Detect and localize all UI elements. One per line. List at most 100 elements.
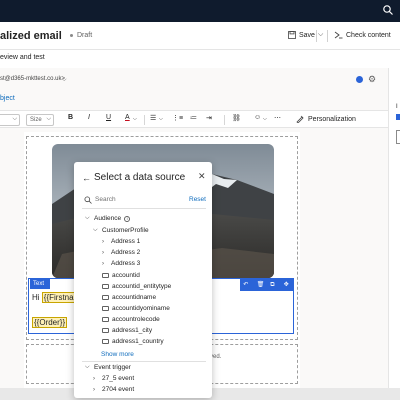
- save-label: Save: [299, 31, 315, 39]
- bullet-list-icon[interactable]: ⋮≡: [172, 114, 183, 122]
- divider: [82, 208, 206, 209]
- chevron-down-icon[interactable]: ⌵: [133, 116, 137, 122]
- chevron-down-icon[interactable]: ⌵: [263, 116, 267, 122]
- tree-item-field[interactable]: accountidname: [102, 294, 156, 301]
- subject-label[interactable]: bject: [0, 95, 15, 102]
- tree-item-event[interactable]: › 27_5 event: [93, 375, 134, 382]
- tree-item-field[interactable]: accountidyominame: [102, 305, 170, 312]
- greeting-line[interactable]: Hi {{Firstna: [32, 292, 76, 303]
- copy-icon[interactable]: ⧉: [270, 282, 277, 289]
- tree-item-customerprofile[interactable]: ⌵ CustomerProfile: [93, 227, 149, 234]
- show-more-link[interactable]: Show more: [101, 351, 134, 358]
- tree-item-event[interactable]: › 2704 event: [93, 386, 134, 393]
- format-toolbar: ⌵ Size ⌵ B I U A ⌵ ☰ ⌵ ⋮≡ ≔ ⇥ ⛓ ☺ ⌵ ⋯ Pe…: [0, 110, 388, 128]
- info-icon[interactable]: i: [124, 215, 131, 222]
- check-content-label: Check content: [346, 31, 391, 39]
- tree-item-label: 27_5 event: [102, 375, 135, 382]
- app-top-bar: [0, 0, 400, 22]
- font-size-placeholder: Size: [30, 117, 42, 123]
- font-size-dropdown[interactable]: Size ⌵: [26, 114, 54, 126]
- tree-item-label: Address 3: [111, 260, 141, 267]
- flyout-search-input[interactable]: Search: [95, 196, 116, 203]
- tree-item-label: CustomerProfile: [102, 227, 149, 234]
- personalization-icon: [296, 115, 304, 123]
- back-arrow-icon[interactable]: ←: [82, 173, 91, 183]
- divider: [224, 115, 225, 125]
- more-icon[interactable]: ⋯: [274, 114, 281, 122]
- tree-item-address-3[interactable]: › Address 3: [102, 260, 140, 267]
- chevron-down-icon[interactable]: ⌵: [159, 116, 163, 122]
- field-icon: [102, 339, 109, 344]
- tree-item-field[interactable]: accountrolecode: [102, 316, 160, 323]
- chevron-down-icon: ⌵: [12, 116, 17, 122]
- search-icon: [84, 196, 92, 204]
- gear-icon[interactable]: ⚙: [368, 74, 376, 85]
- from-row[interactable]: st@d365-mkttest.co.uk> ⌵ ⚙: [0, 72, 388, 88]
- order-line[interactable]: {{Order}}: [32, 317, 68, 328]
- chevron-right-icon: ›: [102, 238, 104, 245]
- divider: [82, 361, 206, 362]
- tree-item-field[interactable]: accountid: [102, 272, 140, 279]
- tree-item-field[interactable]: address1_city: [102, 327, 152, 334]
- personalization-button[interactable]: Personalization: [296, 115, 356, 123]
- undo-icon[interactable]: ↶: [243, 282, 250, 289]
- link-icon[interactable]: ⛓: [232, 114, 241, 122]
- tree-item-label: 2704 event: [102, 386, 135, 393]
- status-indicator-icon: [356, 76, 363, 83]
- check-content-icon: [334, 31, 343, 39]
- tree-item-label: Event trigger: [94, 364, 131, 371]
- chevron-down-icon[interactable]: ⌵: [62, 77, 67, 84]
- divider: [144, 115, 145, 125]
- chevron-down-icon: ⌵: [85, 215, 90, 221]
- tree-item-address-2[interactable]: › Address 2: [102, 249, 140, 256]
- bold-button[interactable]: B: [68, 114, 73, 121]
- check-content-button[interactable]: Check content: [334, 31, 391, 39]
- panel-field[interactable]: [396, 130, 400, 144]
- numbered-list-icon[interactable]: ≔: [190, 114, 197, 122]
- save-chevron-down-icon[interactable]: ⌵: [318, 31, 323, 39]
- chevron-down-icon: ⌵: [93, 227, 98, 233]
- tree-item-label: accountid_entitytype: [112, 283, 172, 290]
- emoji-icon[interactable]: ☺: [254, 114, 261, 121]
- personalization-label: Personalization: [308, 115, 356, 123]
- font-color-button[interactable]: A: [125, 114, 130, 121]
- italic-button[interactable]: I: [88, 114, 90, 121]
- tree-item-label: accountrolecode: [112, 316, 160, 323]
- divider: [316, 30, 317, 42]
- tree-item-label: Audience: [94, 215, 122, 222]
- search-icon[interactable]: [382, 4, 394, 16]
- status-badge: Draft: [77, 32, 93, 39]
- align-icon[interactable]: ☰: [150, 114, 156, 122]
- field-icon: [102, 273, 109, 278]
- chevron-right-icon: ›: [102, 249, 104, 256]
- text-block-tag: Text: [30, 279, 50, 289]
- underline-button[interactable]: U: [106, 114, 111, 121]
- delete-icon[interactable]: 🗑: [257, 282, 265, 289]
- order-token[interactable]: {{Order}}: [32, 317, 68, 328]
- field-icon: [102, 295, 109, 300]
- review-step-label[interactable]: eview and test: [0, 54, 45, 61]
- tree-item-audience[interactable]: ⌵ Audience i: [85, 215, 131, 222]
- chevron-right-icon: ›: [93, 375, 95, 382]
- field-icon: [102, 328, 109, 333]
- tree-item-field[interactable]: address1_country: [102, 338, 164, 345]
- close-icon[interactable]: ✕: [198, 171, 206, 182]
- tree-item-label: address1_city: [112, 327, 153, 334]
- panel-checkbox[interactable]: [396, 114, 400, 120]
- firstname-token[interactable]: {{Firstna: [41, 292, 76, 303]
- tree-item-address-1[interactable]: › Address 1: [102, 238, 140, 245]
- save-button[interactable]: Save: [288, 31, 315, 39]
- reset-button[interactable]: Reset: [189, 196, 206, 203]
- tree-item-label: Address 1: [111, 238, 141, 245]
- text-block-actions: ↶ 🗑 ⧉ ✥: [240, 279, 294, 291]
- indent-icon[interactable]: ⇥: [206, 114, 212, 122]
- panel-label: I: [396, 104, 398, 110]
- move-icon[interactable]: ✥: [284, 282, 291, 289]
- tree-item-event-trigger[interactable]: ⌵ Event trigger: [85, 364, 131, 371]
- font-family-dropdown[interactable]: ⌵: [0, 114, 20, 126]
- chevron-down-icon: ⌵: [85, 364, 90, 370]
- divider: [327, 30, 328, 42]
- tree-item-label: accountidname: [112, 294, 157, 301]
- save-icon: [288, 31, 296, 39]
- tree-item-field[interactable]: accountid_entitytype: [102, 283, 171, 290]
